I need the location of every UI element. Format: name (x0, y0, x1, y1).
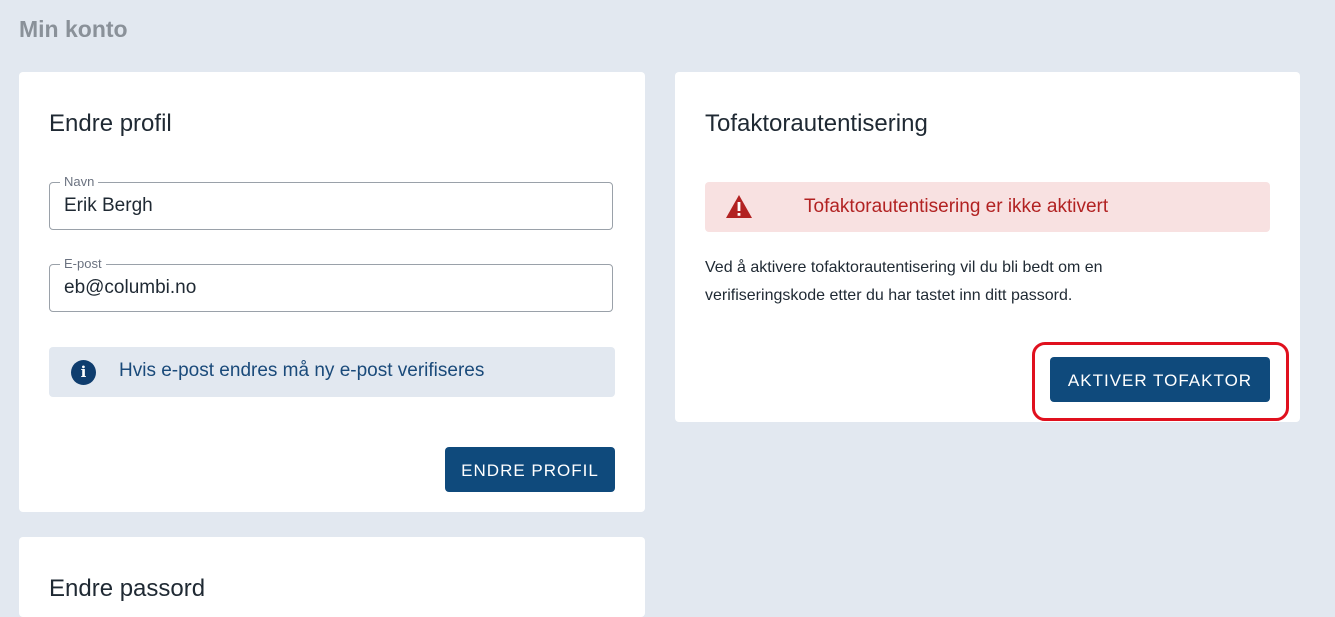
change-password-title: Endre passord (49, 575, 206, 602)
name-field-label: Navn (60, 174, 99, 190)
two-factor-status-alert: Tofaktorautentisering er ikke aktivert (705, 182, 1270, 232)
email-info-text: Hvis e-post endres må ny e-post verifise… (119, 360, 485, 381)
edit-profile-button[interactable]: ENDRE PROFIL (445, 447, 615, 492)
two-factor-status-text: Tofaktorautentisering er ikke aktivert (804, 196, 1109, 217)
activate-two-factor-button[interactable]: AKTIVER TOFAKTOR (1050, 357, 1270, 402)
edit-profile-card: Endre profil Navn E-post i Hvis e-post e… (19, 72, 645, 512)
email-field-label: E-post (60, 256, 106, 272)
two-factor-description-line: verifiseringskode etter du har tastet in… (705, 287, 1073, 304)
page-title: Min konto (19, 16, 128, 42)
two-factor-card: Tofaktorautentisering Tofaktorautentiser… (675, 72, 1300, 422)
two-factor-description: Ved å aktivere tofaktorautentisering vil… (705, 254, 1245, 310)
email-info-notice: i Hvis e-post endres må ny e-post verifi… (49, 347, 615, 397)
two-factor-title: Tofaktorautentisering (705, 110, 928, 137)
name-input[interactable] (64, 195, 594, 217)
change-password-card: Endre passord (19, 537, 645, 617)
email-field[interactable]: E-post (49, 256, 613, 312)
two-factor-description-line: Ved å aktivere tofaktorautentisering vil… (705, 259, 1103, 276)
warning-icon (726, 195, 752, 218)
email-input[interactable] (64, 277, 594, 299)
name-field[interactable]: Navn (49, 174, 613, 230)
edit-profile-title: Endre profil (49, 110, 172, 137)
info-icon: i (71, 360, 96, 385)
